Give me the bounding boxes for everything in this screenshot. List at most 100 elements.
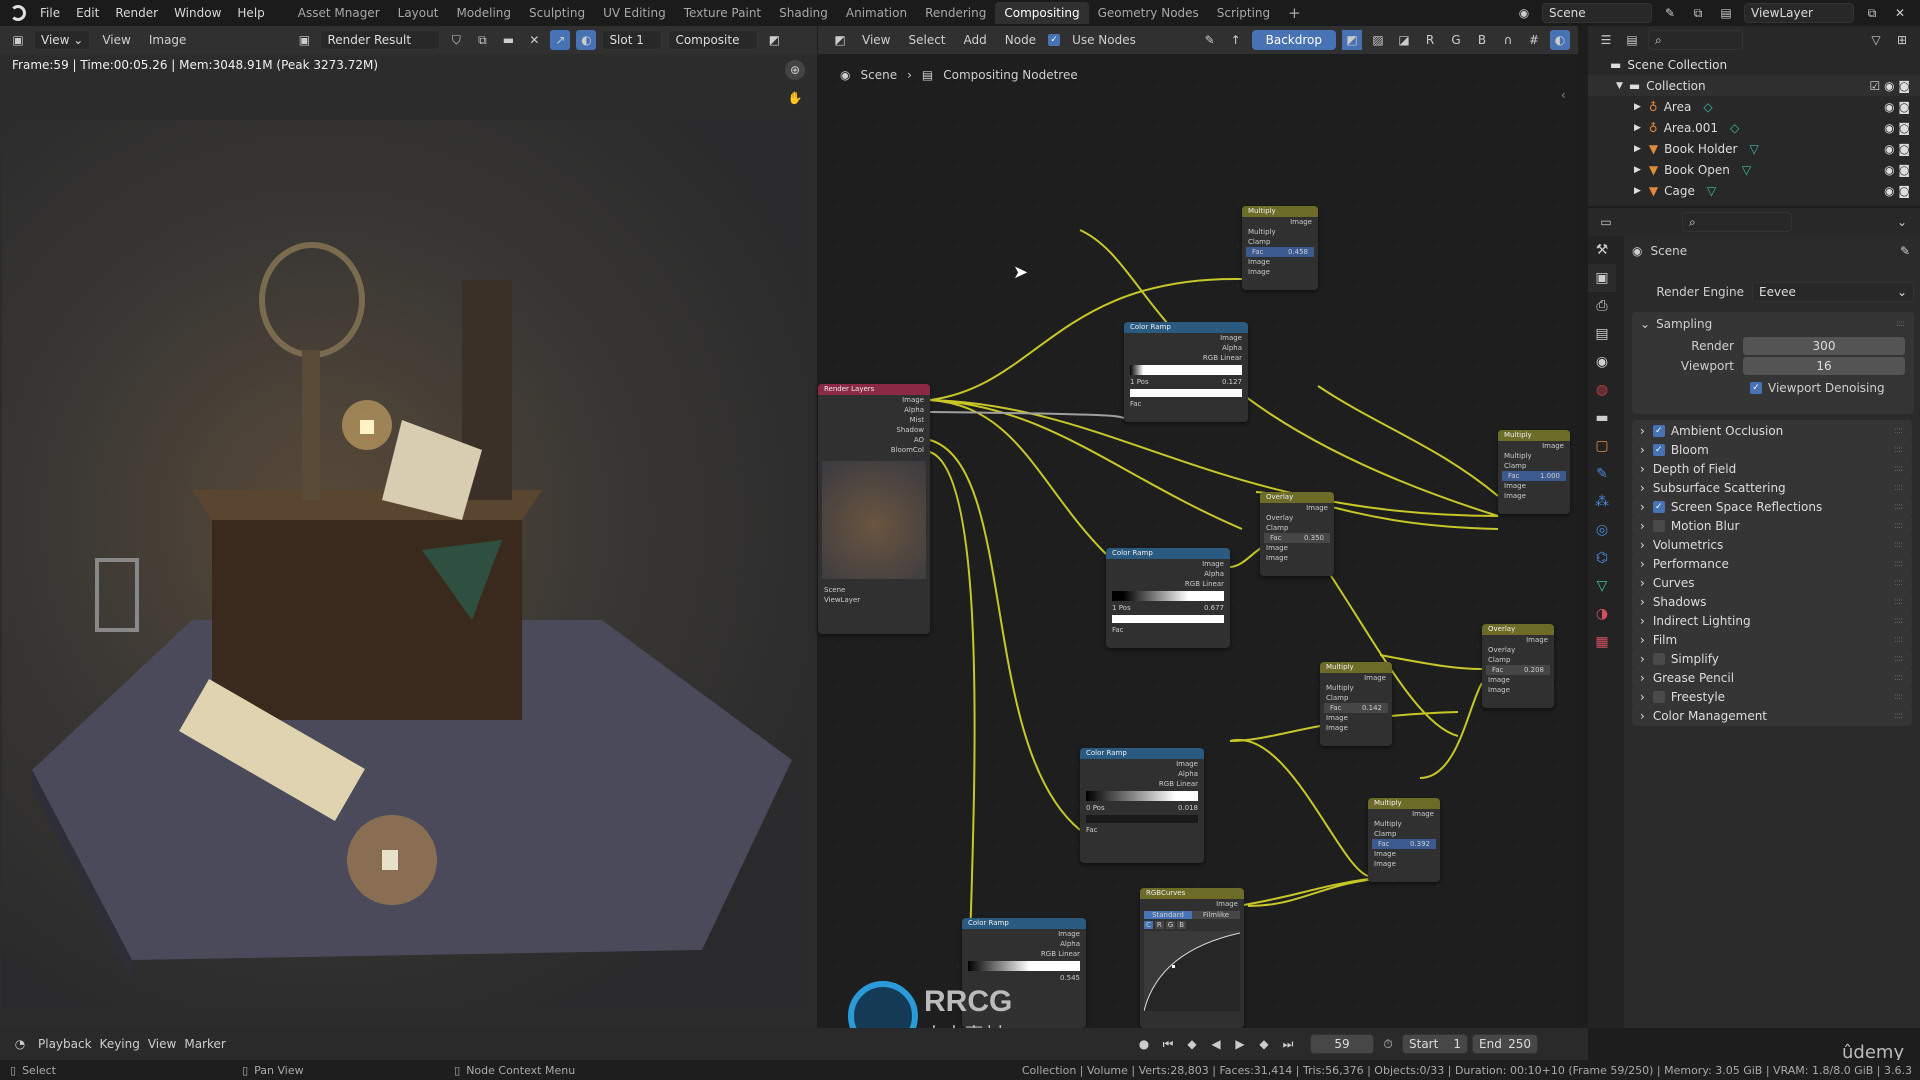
menu-image[interactable]: Image — [143, 33, 193, 47]
color-mode-dropdown[interactable]: RGB — [1203, 354, 1218, 362]
outliner-item[interactable]: ▶ ♁ Area ◇ ◉ ◙ — [1588, 96, 1920, 117]
filter-view-icon[interactable]: ▤ — [1622, 30, 1642, 50]
outliner-item[interactable]: ▶ ▼ Book Open ▽ ◉ ◙ — [1588, 159, 1920, 180]
scene-tab-icon[interactable]: ◉ — [1588, 348, 1616, 376]
remove-view-layer-icon[interactable]: ✕ — [1890, 3, 1910, 23]
overlay-icon[interactable]: ◐ — [576, 30, 597, 50]
viewport-denoising-checkbox[interactable]: ✓ — [1750, 382, 1762, 394]
drag-handle-icon[interactable]: :::: — [1894, 445, 1903, 455]
menu-view[interactable]: View — [96, 33, 136, 47]
interpolation-dropdown[interactable]: Linear — [1176, 780, 1198, 788]
menu-edit[interactable]: Edit — [68, 6, 107, 20]
world-tab-icon[interactable]: ◍ — [1588, 376, 1616, 404]
add-workspace-button[interactable]: + — [1279, 2, 1310, 24]
visibility-controls[interactable]: ◉ ◙ — [1884, 184, 1910, 198]
panel-performance[interactable]: › Performance:::: — [1632, 553, 1912, 574]
clamp-checkbox[interactable]: Clamp — [1320, 693, 1392, 703]
node-color-ramp-1[interactable]: Color Ramp Image Alpha RGB Linear 1 Pos 0… — [1124, 322, 1248, 422]
node-overlay-2[interactable]: Overlay Image Overlay Clamp Fac 0.208 Ima… — [1482, 624, 1554, 708]
blend-mode-dropdown[interactable]: Overlay — [1260, 513, 1334, 523]
panel-grease-pencil[interactable]: › Grease Pencil:::: — [1632, 667, 1912, 688]
curve-channel-r[interactable]: R — [1154, 921, 1164, 929]
color-ramp-gradient[interactable] — [968, 961, 1080, 971]
ramp-position-field[interactable]: 0.127 — [1222, 377, 1242, 387]
scene-icon[interactable]: ◉ — [1514, 3, 1534, 23]
color-ramp-gradient[interactable] — [1112, 591, 1224, 601]
tab-layout[interactable]: Layout — [389, 2, 448, 24]
jump-start-icon[interactable]: ⏮ — [1158, 1034, 1178, 1054]
view-layer-icon[interactable]: ▤ — [1716, 3, 1736, 23]
play-reverse-icon[interactable]: ◀ — [1206, 1034, 1226, 1054]
tab-geometry-nodes[interactable]: Geometry Nodes — [1089, 2, 1208, 24]
sidebar-toggle-icon[interactable]: ‹ — [1561, 88, 1566, 102]
outliner-item[interactable]: ▶ ▼ Book Holder ▽ ◉ ◙ — [1588, 138, 1920, 159]
slot-dropdown[interactable]: Slot 1 — [602, 30, 663, 50]
visibility-controls[interactable]: ◉ ◙ — [1884, 142, 1910, 156]
drag-handle-icon[interactable]: :::: — [1894, 578, 1903, 588]
editor-type-icon[interactable]: ◔ — [10, 1034, 30, 1054]
duplicate-image-icon[interactable]: ⧉ — [472, 30, 492, 50]
curve-graph[interactable] — [1143, 931, 1241, 1012]
expand-arrow-icon[interactable]: ▶ — [1634, 102, 1641, 112]
tool-tab-icon[interactable]: ⚒ — [1588, 236, 1616, 264]
pin-icon[interactable]: ✎ — [1660, 3, 1680, 23]
fac-slider[interactable]: Fac 0.208 — [1486, 665, 1550, 675]
tab-rendering[interactable]: Rendering — [916, 2, 995, 24]
image-name-field[interactable]: Render Result — [320, 30, 441, 50]
fac-slider[interactable]: Fac 0.142 — [1324, 703, 1388, 713]
panel-simplify[interactable]: › Simplify:::: — [1632, 648, 1912, 669]
sampling-header[interactable]: ⌄ Sampling:::: — [1632, 312, 1914, 336]
next-keyframe-icon[interactable]: ◆ — [1254, 1034, 1274, 1054]
jump-end-icon[interactable]: ⏭ — [1278, 1034, 1298, 1054]
ramp-color-swatch[interactable] — [1086, 815, 1198, 823]
panel-shadows[interactable]: › Shadows:::: — [1632, 591, 1912, 612]
node-multiply-2[interactable]: Multiply Image Multiply Clamp Fac 1.000 I… — [1498, 430, 1570, 514]
menu-window[interactable]: Window — [166, 6, 229, 20]
record-icon[interactable]: ● — [1134, 1034, 1154, 1054]
panel-volumetrics[interactable]: › Volumetrics:::: — [1632, 534, 1912, 555]
drag-handle-icon[interactable]: :::: — [1894, 483, 1903, 493]
end-frame-field[interactable]: End 250 — [1472, 1034, 1538, 1054]
drag-handle-icon[interactable]: :::: — [1894, 654, 1903, 664]
view-layer-selector[interactable]: ViewLayer — [1744, 3, 1854, 23]
render-engine-dropdown[interactable]: Eevee ⌄ — [1752, 282, 1914, 302]
curve-point[interactable] — [1172, 965, 1175, 968]
menu-render[interactable]: Render — [107, 6, 166, 20]
panel-subsurface-scattering[interactable]: › Subsurface Scattering:::: — [1632, 477, 1912, 498]
panel-enable-checkbox[interactable] — [1652, 519, 1665, 532]
blend-mode-dropdown[interactable]: Multiply — [1242, 227, 1318, 237]
panel-color-management[interactable]: › Color Management:::: — [1632, 705, 1912, 726]
fac-slider[interactable]: Fac 0.350 — [1264, 533, 1330, 543]
node-editor[interactable]: ◩ View Select Add Node ✓ Use Nodes ✎ ↑ B… — [818, 26, 1578, 1051]
copy-view-layer-icon[interactable]: ⧉ — [1862, 3, 1882, 23]
clamp-checkbox[interactable]: Clamp — [1368, 829, 1440, 839]
curve-channel-c[interactable]: C — [1144, 921, 1153, 929]
blend-mode-dropdown[interactable]: Multiply — [1498, 451, 1570, 461]
panel-enable-checkbox[interactable] — [1652, 690, 1665, 703]
panel-enable-checkbox[interactable]: ✓ — [1652, 443, 1665, 456]
editor-type-icon[interactable]: ▭ — [1596, 212, 1616, 232]
color-ramp-gradient[interactable] — [1130, 365, 1242, 375]
gizmo-icon[interactable]: ↗ — [550, 30, 571, 50]
node-multiply-4[interactable]: Multiply Image Multiply Clamp Fac 0.392 I… — [1368, 798, 1440, 882]
scene-selector[interactable]: Scene — [1542, 3, 1652, 23]
view-mode-dropdown[interactable]: View ⌄ — [34, 30, 91, 50]
outliner-search[interactable]: ⌕ — [1648, 30, 1743, 50]
interpolation-dropdown[interactable]: Linear — [1220, 354, 1242, 362]
visibility-controls[interactable]: ☑ ◉ ◙ — [1870, 79, 1911, 93]
outliner-item[interactable]: ▶ ♁ Area.001 ◇ ◉ ◙ — [1588, 117, 1920, 138]
editor-type-icon[interactable]: ▣ — [8, 30, 28, 50]
drag-handle-icon[interactable]: :::: — [1894, 711, 1903, 721]
clamp-checkbox[interactable]: Clamp — [1260, 523, 1334, 533]
panel-indirect-lighting[interactable]: › Indirect Lighting:::: — [1632, 610, 1912, 631]
clamp-checkbox[interactable]: Clamp — [1498, 461, 1570, 471]
menu-playback[interactable]: Playback — [38, 1037, 92, 1051]
node-rgb-curves[interactable]: RGBCurves Image Standard Filmlike C R G … — [1140, 888, 1244, 1028]
color-ramp-gradient[interactable] — [1086, 791, 1198, 801]
image-browse-icon[interactable]: ▣ — [294, 30, 314, 50]
drag-handle-icon[interactable]: :::: — [1894, 426, 1903, 436]
drag-handle-icon[interactable]: :::: — [1894, 597, 1903, 607]
menu-help[interactable]: Help — [229, 6, 272, 20]
node-color-ramp-3[interactable]: Color Ramp Image Alpha RGB Linear 0 Pos 0… — [1080, 748, 1204, 863]
panel-motion-blur[interactable]: › Motion Blur:::: — [1632, 515, 1912, 536]
